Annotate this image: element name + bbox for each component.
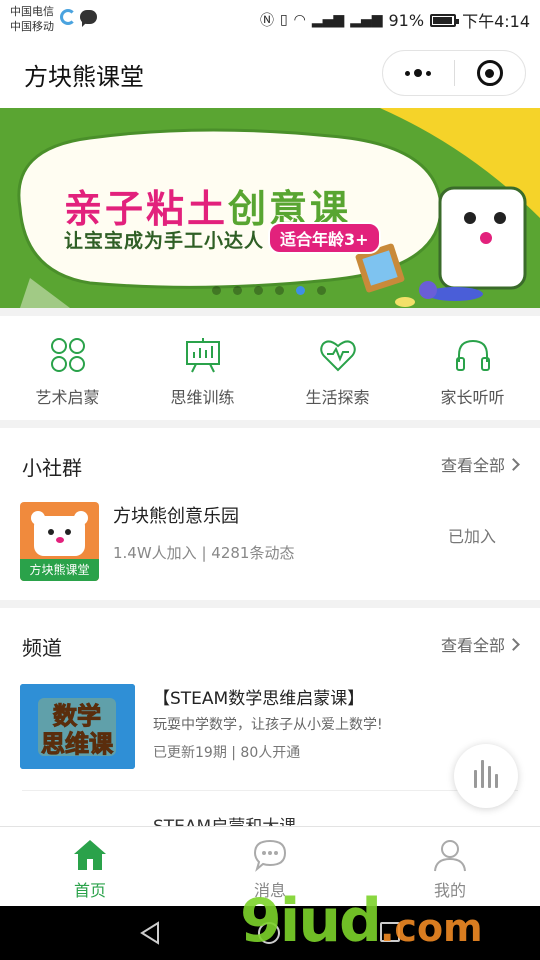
signal-icon-1: ▂▄▆ [311, 12, 345, 28]
carrier-2: 中国移动 [10, 20, 54, 33]
thumbnail-label: 方块熊课堂 [20, 559, 99, 581]
carousel-dot[interactable] [275, 286, 284, 295]
carousel-dot[interactable] [233, 286, 242, 295]
carousel-indicator [212, 286, 326, 295]
age-tag: 适合年龄3+ [268, 222, 381, 254]
channel-thumbnail[interactable]: 数学 思维课 [20, 684, 135, 769]
audio-player-button[interactable] [454, 744, 518, 808]
see-all-link[interactable]: 查看全部 [441, 452, 520, 476]
chevron-right-icon [507, 637, 520, 651]
more-button[interactable] [383, 50, 454, 96]
banner-carousel[interactable]: 亲子粘土创意课 让宝宝成为手工小达人 适合年龄3+ [0, 108, 540, 308]
carrier-info: 中国电信 中国移动 [10, 4, 54, 34]
carousel-dot-active[interactable] [296, 286, 305, 295]
carrier-1: 中国电信 [10, 5, 54, 18]
wifi-icon: ◠ [293, 12, 306, 28]
banner-subtitle: 让宝宝成为手工小达人 [64, 230, 265, 252]
channel-title[interactable]: 【STEAM数学思维启蒙课】 [153, 684, 364, 709]
user-icon [434, 840, 466, 872]
audio-bars-icon [474, 770, 477, 788]
back-icon[interactable] [138, 920, 164, 946]
category-art[interactable]: 艺术启蒙 [0, 316, 135, 420]
section-heading: 小社群 [22, 456, 82, 480]
message-notification-icon [80, 10, 97, 27]
community-section: 小社群 查看全部 方块熊课堂 方块熊创意乐园 1.4W人加入 | 4281条动态… [0, 428, 540, 600]
close-miniprogram-button[interactable] [455, 50, 526, 96]
category-label: 生活探索 [305, 388, 370, 407]
signal-icon-2: ▂▄▆ [350, 12, 383, 28]
thumbnail-text-1: 数学 [53, 702, 101, 730]
headphones-icon [455, 339, 490, 371]
target-icon [476, 60, 503, 86]
vibrate-icon: ▯ [279, 12, 288, 28]
category-label: 家长听听 [440, 388, 505, 407]
clock: 下午4:14 [462, 12, 530, 31]
channels-section: 频道 查看全部 数学 思维课 【STEAM数学思维启蒙课】 玩耍中学数学，让孩子… [0, 608, 540, 837]
group-meta: 1.4W人加入 | 4281条动态 [113, 544, 295, 562]
clover-icon [50, 338, 85, 372]
channel-artwork: 数学 思维课 [20, 684, 135, 769]
bear-icon [31, 511, 88, 556]
divider [22, 790, 518, 791]
nfc-icon: Ⓝ [259, 13, 274, 29]
tab-home[interactable]: 首页 [0, 827, 180, 906]
carousel-dot[interactable] [254, 286, 263, 295]
category-thinking[interactable]: 思维训练 [135, 316, 270, 420]
channel-meta: 已更新19期 | 80人开通 [153, 745, 301, 761]
carousel-dot[interactable] [317, 286, 326, 295]
heart-pulse-icon [319, 340, 356, 372]
thumbnail-text-2: 思维课 [41, 730, 114, 758]
category-label: 思维训练 [170, 388, 235, 407]
chat-icon [253, 839, 287, 872]
more-icon [405, 69, 432, 77]
category-parents[interactable]: 家长听听 [405, 316, 540, 420]
home-icon [74, 840, 106, 870]
chevron-right-icon [507, 457, 520, 471]
channel-description: 玩耍中学数学，让孩子从小爱上数学! [153, 717, 383, 733]
page-title: 方块熊课堂 [24, 63, 144, 91]
loading-icon [60, 9, 76, 25]
joined-status[interactable]: 已加入 [448, 523, 496, 547]
see-all-link[interactable]: 查看全部 [441, 632, 520, 656]
tab-label: 首页 [73, 881, 106, 900]
watermark: 9iud.com [240, 886, 483, 956]
category-grid: 艺术启蒙 思维训练 生活探索 家长听听 [0, 316, 540, 420]
carousel-dot[interactable] [212, 286, 221, 295]
miniprogram-capsule [382, 50, 526, 96]
group-thumbnail[interactable]: 方块熊课堂 [20, 502, 99, 581]
category-label: 艺术启蒙 [35, 388, 100, 407]
battery-percent: 91% [388, 10, 425, 30]
group-name[interactable]: 方块熊创意乐园 [113, 502, 239, 528]
section-heading: 频道 [22, 636, 62, 660]
battery-icon [430, 13, 460, 27]
nav-bar: 方块熊课堂 [0, 38, 540, 108]
category-life[interactable]: 生活探索 [270, 316, 405, 420]
status-bar: 中国电信 中国移动 Ⓝ ▯ ◠ ▂▄▆ ▂▄▆ 91% 下午4:14 [0, 0, 540, 38]
chalkboard-icon [185, 338, 220, 373]
